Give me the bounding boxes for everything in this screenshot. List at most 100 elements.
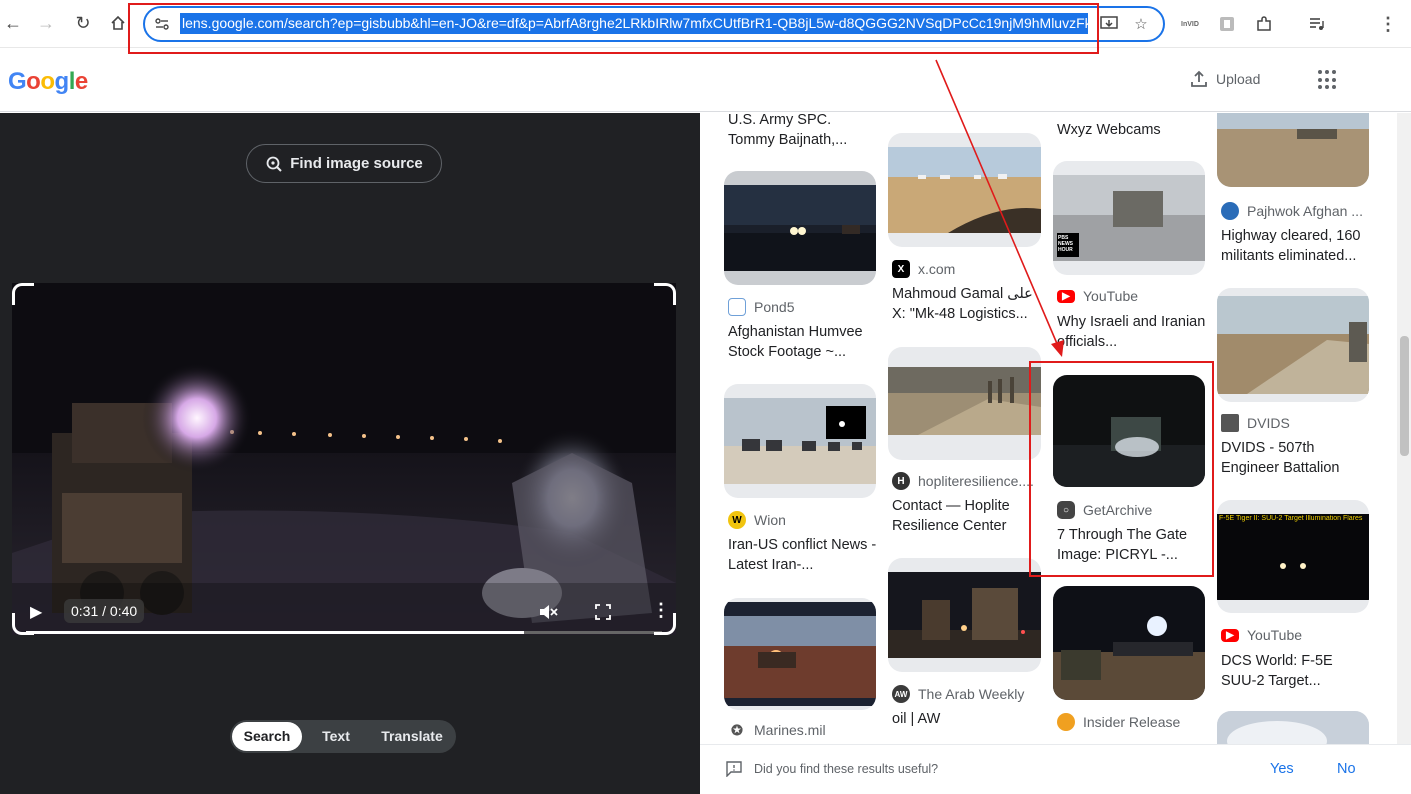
result-title[interactable]: DVIDS - 507th Engineer Battalion <box>1221 438 1371 478</box>
result-source-label: YouTube <box>1247 627 1303 643</box>
result-title[interactable]: U.S. Army SPC. Tommy Baijnath,... <box>728 113 878 150</box>
crop-corner[interactable] <box>654 283 676 305</box>
mute-icon[interactable] <box>538 603 558 626</box>
google-apps-icon[interactable] <box>1318 70 1338 90</box>
result-source[interactable]: Pond5 <box>728 298 794 316</box>
upload-button[interactable]: Upload <box>1190 70 1260 88</box>
google-logo[interactable]: Google <box>8 68 88 96</box>
crop-corner[interactable] <box>654 613 676 635</box>
result-title[interactable]: Highway cleared, 160 militants eliminate… <box>1221 226 1371 266</box>
install-app-icon[interactable] <box>1097 12 1121 36</box>
result-thumbnail[interactable] <box>724 384 876 498</box>
forward-icon[interactable]: → <box>33 10 59 36</box>
youtube-favicon-icon: ▶ <box>1221 628 1239 642</box>
result-thumbnail[interactable] <box>888 133 1041 247</box>
find-image-source-label: Find image source <box>290 155 423 172</box>
result-source-label: hopliteresilience.... <box>918 473 1034 489</box>
extension-icon[interactable] <box>1215 12 1239 36</box>
back-icon[interactable]: ← <box>0 10 26 36</box>
feedback-no-button[interactable]: No <box>1337 761 1356 777</box>
fullscreen-icon[interactable] <box>595 604 611 625</box>
bookmark-star-icon[interactable]: ☆ <box>1129 12 1153 36</box>
url-highlight-box <box>128 3 1099 54</box>
marines-favicon-icon: ✪ <box>728 721 746 739</box>
media-control-icon[interactable] <box>1305 12 1329 36</box>
result-thumbnail[interactable]: F-5E Tiger II: SUU-2 Target Illumination… <box>1217 500 1369 613</box>
lens-header: Google Upload <box>0 48 1411 112</box>
logo-letter: e <box>74 68 88 95</box>
f5e-caption: F-5E Tiger II: SUU-2 Target Illumination… <box>1219 515 1363 522</box>
result-title[interactable]: DCS World: F-5E SUU-2 Target... <box>1221 651 1371 691</box>
result-source[interactable]: DVIDS <box>1221 414 1290 432</box>
result-source[interactable]: ✪ Marines.mil <box>728 721 826 739</box>
menu-kebab-icon[interactable]: ⋮ <box>1376 12 1400 36</box>
wion-favicon-icon: W <box>728 511 746 529</box>
video-controls: ▶ 0:31 / 0:40 ⋮ <box>12 591 676 635</box>
result-source-label: Wion <box>754 512 786 528</box>
pbs-badge: PBS NEWS HOUR <box>1058 235 1073 253</box>
feedback-icon <box>726 761 742 782</box>
result-source-label: Pond5 <box>754 299 795 315</box>
extensions-puzzle-icon[interactable] <box>1252 12 1276 36</box>
logo-letter: g <box>54 68 70 95</box>
result-title[interactable]: Wxyz Webcams <box>1057 120 1207 140</box>
result-title[interactable]: Mahmoud Gamal على X: "Mk-48 Logistics... <box>892 284 1042 324</box>
result-title[interactable]: Why Israeli and Iranian officials... <box>1057 312 1207 352</box>
result-thumbnail[interactable] <box>724 598 876 710</box>
result-thumbnail[interactable] <box>888 558 1041 672</box>
result-source[interactable]: ▶ YouTube <box>1221 627 1302 643</box>
invid-extension-icon[interactable]: InVID <box>1178 12 1202 36</box>
pajhwok-favicon-icon <box>1221 202 1239 220</box>
result-source[interactable]: Hhopliteresilience.... <box>892 472 1034 490</box>
result-thumbnail[interactable] <box>1217 711 1369 744</box>
result-source[interactable]: Insider Release <box>1057 713 1180 731</box>
result-thumbnail[interactable] <box>724 171 876 285</box>
result-source[interactable]: Xx.com <box>892 260 955 278</box>
x-favicon-icon: X <box>892 260 910 278</box>
results-scroll-thumb[interactable] <box>1400 336 1409 456</box>
result-source-label: Marines.mil <box>754 722 826 738</box>
video-player[interactable] <box>12 283 676 635</box>
result-title[interactable]: Iran-US conflict News - Latest Iran-... <box>728 535 878 575</box>
result-title[interactable]: oil | AW <box>892 709 1042 729</box>
logo-letter: o <box>26 68 41 95</box>
result-source[interactable]: AW The Arab Weekly <box>892 685 1024 703</box>
mode-text-tab[interactable]: Text <box>310 720 362 753</box>
result-title[interactable]: Contact — Hoplite Resilience Center <box>892 496 1042 536</box>
result-thumbnail[interactable] <box>1217 113 1369 187</box>
result-source[interactable]: ▶ YouTube <box>1057 288 1138 304</box>
result-thumbnail[interactable] <box>1053 586 1205 700</box>
arab-weekly-favicon-icon: AW <box>892 685 910 703</box>
feedback-bar: Did you find these results useful? Yes N… <box>700 744 1411 794</box>
video-time: 0:31 / 0:40 <box>64 599 145 623</box>
hoplite-favicon-icon: H <box>892 472 910 490</box>
video-frame <box>12 283 676 635</box>
result-title[interactable]: Afghanistan Humvee Stock Footage ~... <box>728 322 878 362</box>
feedback-yes-button[interactable]: Yes <box>1270 761 1294 777</box>
lens-mode-switch: Search Text Translate <box>230 720 456 753</box>
result-source-label: YouTube <box>1083 288 1139 304</box>
result-thumbnail[interactable]: PBS NEWS HOUR <box>1053 161 1205 275</box>
crop-corner[interactable] <box>12 613 34 635</box>
result-source-label: x.com <box>918 261 956 277</box>
mode-translate-tab[interactable]: Translate <box>372 720 452 753</box>
upload-icon <box>1191 70 1207 87</box>
lens-search-icon <box>266 156 282 172</box>
reload-icon[interactable]: ↻ <box>70 10 96 36</box>
upload-label: Upload <box>1216 71 1261 87</box>
find-image-source-button[interactable]: Find image source <box>246 144 442 183</box>
result-highlight-box <box>1029 361 1214 577</box>
crop-corner[interactable] <box>12 283 34 305</box>
result-thumbnail[interactable] <box>1217 288 1369 402</box>
result-thumbnail[interactable] <box>888 347 1041 460</box>
query-image-pane: Find image source ▶ 0:31 / 0:40 ⋮ Search… <box>0 113 700 794</box>
logo-letter: o <box>40 68 55 95</box>
video-progress-fill <box>26 631 524 634</box>
result-source[interactable]: W Wion <box>728 511 786 529</box>
result-source-label: Pajhwok Afghan ... <box>1247 203 1363 219</box>
result-source-label: The Arab Weekly <box>918 686 1025 702</box>
result-source[interactable]: Pajhwok Afghan ... <box>1221 202 1363 220</box>
invid-extension-label: InVID <box>1181 20 1199 28</box>
pond5-favicon-icon <box>728 298 746 316</box>
mode-search-tab[interactable]: Search <box>232 722 302 751</box>
